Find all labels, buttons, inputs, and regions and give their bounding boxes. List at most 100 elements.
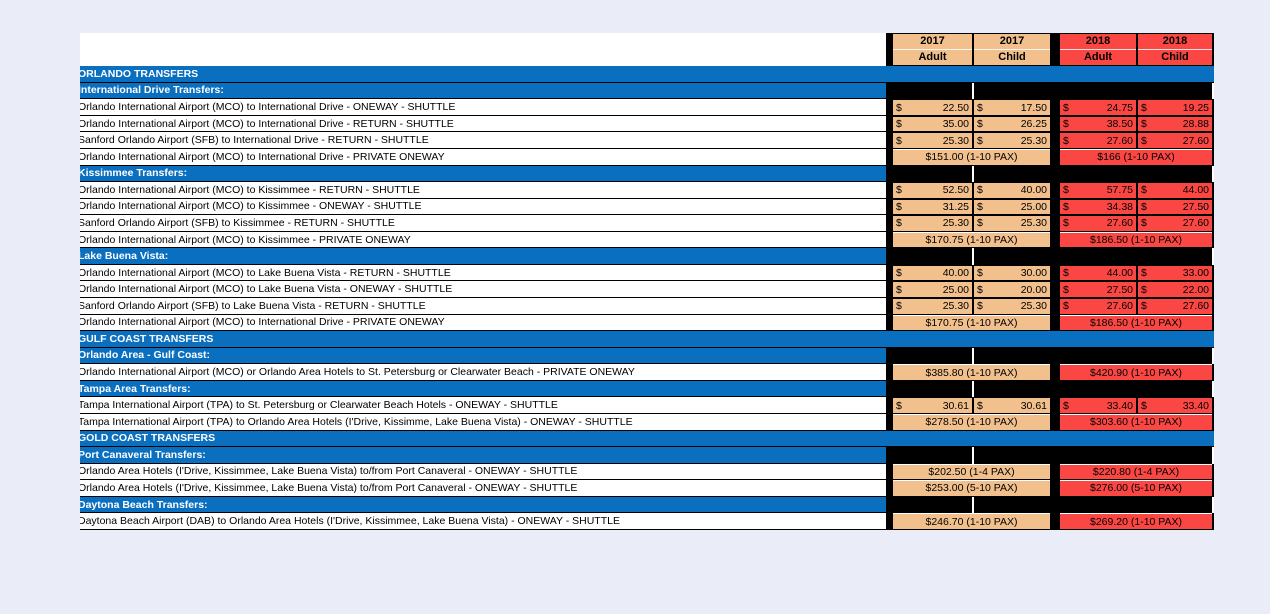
price-cell-2018-child[interactable]: $44.00 bbox=[1138, 182, 1212, 199]
section-header-cell[interactable]: GULF COAST TRANSFERS bbox=[80, 331, 1214, 348]
price-cell-2018-adult[interactable]: $44.00 bbox=[1060, 264, 1136, 282]
price-cell-2017-child[interactable]: $40.00 bbox=[974, 182, 1050, 199]
empty-cell bbox=[974, 165, 1050, 183]
subsection-header-cell[interactable]: Daytona Beach Transfers: bbox=[80, 496, 886, 514]
price-cell-2017-child[interactable]: $25.30 bbox=[974, 132, 1050, 149]
subsection-header-cell[interactable]: Port Canaveral Transfers: bbox=[80, 447, 886, 464]
price-cell-2017-child[interactable]: $17.50 bbox=[974, 99, 1050, 116]
price-cell-2017-adult[interactable]: $30.61 bbox=[893, 397, 972, 414]
year-header-2017-child[interactable]: 2017 bbox=[974, 33, 1050, 50]
price-cell-2018-child[interactable]: $33.00 bbox=[1138, 264, 1212, 282]
price-cell-2017-child[interactable]: $30.61 bbox=[974, 397, 1050, 414]
price-cell-2017-adult[interactable]: $25.30 bbox=[893, 215, 972, 232]
route-description-cell[interactable]: Daytona Beach Airport (DAB) to Orlando A… bbox=[80, 513, 886, 530]
year-header-2017-adult[interactable]: 2017 bbox=[893, 33, 972, 50]
price-cell-merged-2017[interactable]: $170.75 (1-10 PAX) bbox=[893, 314, 1050, 332]
price-cell-2017-adult[interactable]: $25.30 bbox=[893, 132, 972, 149]
price-cell-2017-adult[interactable]: $35.00 bbox=[893, 115, 972, 133]
price-cell-merged-2018[interactable]: $166 (1-10 PAX) bbox=[1060, 148, 1212, 166]
price-cell-2018-child[interactable]: $19.25 bbox=[1138, 99, 1212, 116]
route-description-cell[interactable]: Orlando International Airport (MCO) to I… bbox=[80, 99, 886, 116]
price-cell-2018-adult[interactable]: $27.60 bbox=[1060, 215, 1136, 232]
price-cell-merged-2018[interactable]: $186.50 (1-10 PAX) bbox=[1060, 231, 1212, 249]
route-description-cell[interactable]: Orlando Area Hotels (I'Drive, Kissimmee,… bbox=[80, 463, 886, 481]
price-cell-2017-child[interactable]: $25.00 bbox=[974, 198, 1050, 216]
price-cell-2018-child[interactable]: $33.40 bbox=[1138, 397, 1212, 414]
column-gap bbox=[886, 413, 893, 431]
price-cell-2018-adult[interactable]: $34.38 bbox=[1060, 198, 1136, 216]
route-description-cell[interactable]: Orlando International Airport (MCO) to I… bbox=[80, 314, 886, 332]
blank-top-left-cell[interactable] bbox=[80, 49, 886, 67]
price-cell-merged-2017[interactable]: $385.80 (1-10 PAX) bbox=[893, 364, 1050, 381]
subsection-header-cell[interactable]: Kissimmee Transfers: bbox=[80, 165, 886, 183]
col-header-2018-child[interactable]: Child bbox=[1138, 49, 1212, 67]
price-cell-merged-2018[interactable]: $220.80 (1-4 PAX) bbox=[1060, 463, 1212, 481]
price-cell-2018-child[interactable]: $27.60 bbox=[1138, 132, 1212, 149]
price-cell-2017-adult[interactable]: $25.30 bbox=[893, 298, 972, 315]
price-cell-2018-child[interactable]: $27.60 bbox=[1138, 215, 1212, 232]
price-cell-merged-2018[interactable]: $420.90 (1-10 PAX) bbox=[1060, 364, 1212, 381]
price-cell-merged-2018[interactable]: $186.50 (1-10 PAX) bbox=[1060, 314, 1212, 332]
route-description-cell[interactable]: Sanford Orlando Airport (SFB) to Lake Bu… bbox=[80, 298, 886, 315]
column-gap bbox=[886, 132, 893, 149]
route-description-cell[interactable]: Orlando International Airport (MCO) to L… bbox=[80, 281, 886, 298]
price-cell-merged-2018[interactable]: $269.20 (1-10 PAX) bbox=[1060, 513, 1212, 530]
route-description-cell[interactable]: Orlando International Airport (MCO) or O… bbox=[80, 364, 886, 381]
year-header-2018-adult[interactable]: 2018 bbox=[1060, 33, 1136, 50]
price-cell-2017-adult[interactable]: $22.50 bbox=[893, 99, 972, 116]
price-cell-merged-2017[interactable]: $170.75 (1-10 PAX) bbox=[893, 231, 1050, 249]
price-cell-merged-2018[interactable]: $303.60 (1-10 PAX) bbox=[1060, 413, 1212, 431]
price-cell-2017-child[interactable]: $20.00 bbox=[974, 281, 1050, 298]
column-gap bbox=[886, 215, 893, 232]
route-description-cell[interactable]: Tampa International Airport (TPA) to Orl… bbox=[80, 413, 886, 431]
route-description-cell[interactable]: Orlando International Airport (MCO) to K… bbox=[80, 182, 886, 199]
price-cell-2017-adult[interactable]: $25.00 bbox=[893, 281, 972, 298]
price-cell-2018-adult[interactable]: $57.75 bbox=[1060, 182, 1136, 199]
price-cell-2018-adult[interactable]: $27.60 bbox=[1060, 132, 1136, 149]
table-row: ORLANDO TRANSFERS bbox=[80, 66, 1214, 83]
price-cell-2018-child[interactable]: $27.60 bbox=[1138, 298, 1212, 315]
price-cell-merged-2017[interactable]: $246.70 (1-10 PAX) bbox=[893, 513, 1050, 530]
blank-top-left-cell[interactable] bbox=[80, 33, 886, 50]
price-cell-2018-adult[interactable]: $38.50 bbox=[1060, 115, 1136, 133]
section-header-cell[interactable]: ORLANDO TRANSFERS bbox=[80, 66, 1214, 83]
price-cell-2017-child[interactable]: $25.30 bbox=[974, 215, 1050, 232]
price-cell-2017-adult[interactable]: $31.25 bbox=[893, 198, 972, 216]
subsection-header-cell[interactable]: International Drive Transfers: bbox=[80, 82, 886, 100]
price-cell-merged-2017[interactable]: $151.00 (1-10 PAX) bbox=[893, 148, 1050, 166]
price-cell-2017-child[interactable]: $25.30 bbox=[974, 298, 1050, 315]
year-header-2018-child[interactable]: 2018 bbox=[1138, 33, 1212, 50]
empty-cell bbox=[1060, 380, 1136, 398]
route-description-cell[interactable]: Tampa International Airport (TPA) to St.… bbox=[80, 397, 886, 414]
price-cell-2018-child[interactable]: $28.88 bbox=[1138, 115, 1212, 133]
section-header-cell[interactable]: GOLD COAST TRANSFERS bbox=[80, 430, 1214, 448]
price-cell-2018-adult[interactable]: $33.40 bbox=[1060, 397, 1136, 414]
route-description-cell[interactable]: Orlando International Airport (MCO) to I… bbox=[80, 115, 886, 133]
route-description-cell[interactable]: Orlando Area Hotels (I'Drive, Kissimmee,… bbox=[80, 480, 886, 497]
price-cell-2018-child[interactable]: $27.50 bbox=[1138, 198, 1212, 216]
route-description-cell[interactable]: Orlando International Airport (MCO) to K… bbox=[80, 198, 886, 216]
route-description-cell[interactable]: Sanford Orlando Airport (SFB) to Kissimm… bbox=[80, 215, 886, 232]
route-description-cell[interactable]: Orlando International Airport (MCO) to L… bbox=[80, 264, 886, 282]
price-cell-2018-child[interactable]: $22.00 bbox=[1138, 281, 1212, 298]
col-header-2017-child[interactable]: Child bbox=[974, 49, 1050, 67]
price-cell-2017-child[interactable]: $26.25 bbox=[974, 115, 1050, 133]
col-header-2017-adult[interactable]: Adult bbox=[893, 49, 972, 67]
price-cell-2018-adult[interactable]: $24.75 bbox=[1060, 99, 1136, 116]
price-cell-2018-adult[interactable]: $27.50 bbox=[1060, 281, 1136, 298]
price-cell-2017-child[interactable]: $30.00 bbox=[974, 264, 1050, 282]
price-cell-2017-adult[interactable]: $52.50 bbox=[893, 182, 972, 199]
price-cell-merged-2018[interactable]: $276.00 (5-10 PAX) bbox=[1060, 480, 1212, 497]
col-header-2018-adult[interactable]: Adult bbox=[1060, 49, 1136, 67]
subsection-header-cell[interactable]: Tampa Area Transfers: bbox=[80, 380, 886, 398]
price-cell-merged-2017[interactable]: $278.50 (1-10 PAX) bbox=[893, 413, 1050, 431]
route-description-cell[interactable]: Orlando International Airport (MCO) to I… bbox=[80, 148, 886, 166]
price-cell-merged-2017[interactable]: $202.50 (1-4 PAX) bbox=[893, 463, 1050, 481]
subsection-header-cell[interactable]: Orlando Area - Gulf Coast: bbox=[80, 347, 886, 365]
route-description-cell[interactable]: Orlando International Airport (MCO) to K… bbox=[80, 231, 886, 249]
price-cell-2017-adult[interactable]: $40.00 bbox=[893, 264, 972, 282]
price-cell-merged-2017[interactable]: $253.00 (5-10 PAX) bbox=[893, 480, 1050, 497]
price-cell-2018-adult[interactable]: $27.60 bbox=[1060, 298, 1136, 315]
route-description-cell[interactable]: Sanford Orlando Airport (SFB) to Interna… bbox=[80, 132, 886, 149]
subsection-header-cell[interactable]: Lake Buena Vista: bbox=[80, 248, 886, 265]
